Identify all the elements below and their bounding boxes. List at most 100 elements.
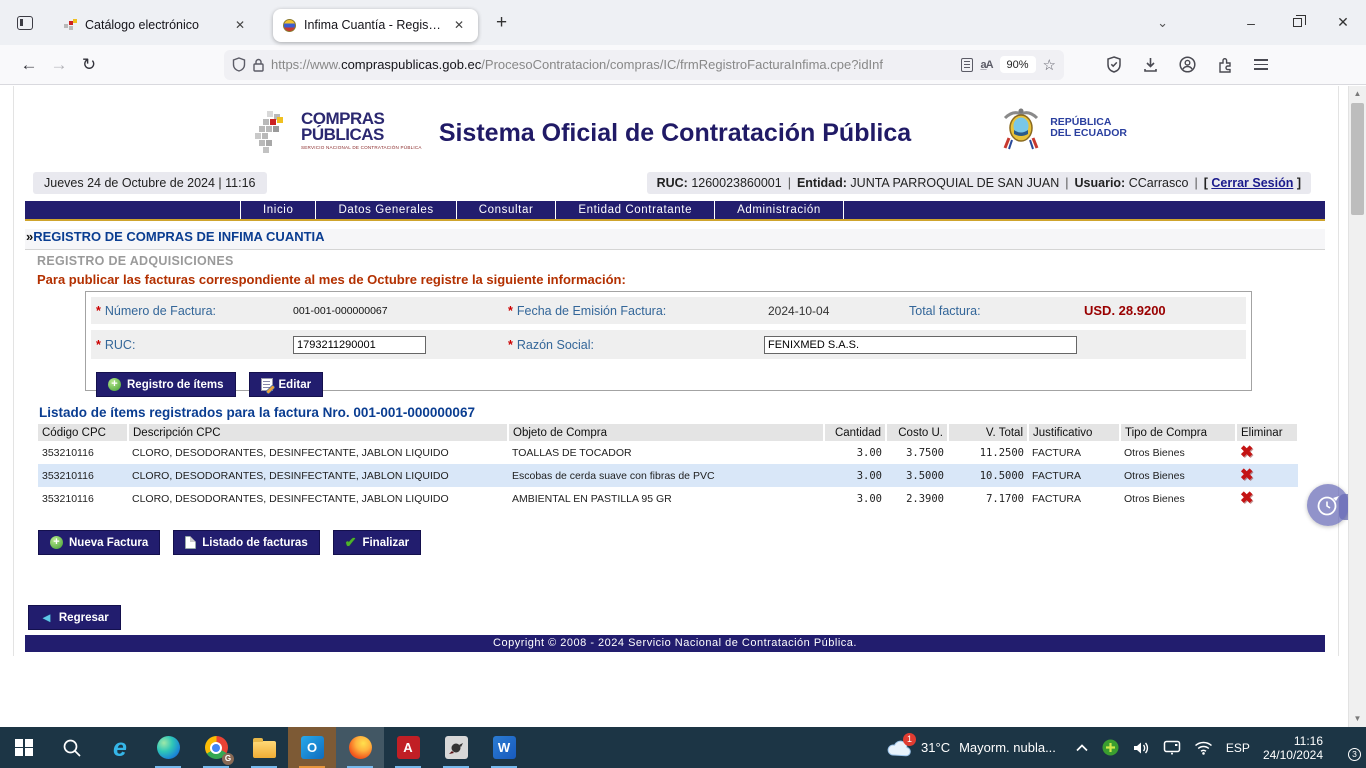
finish-button[interactable]: ✔Finalizar <box>333 530 421 555</box>
nav-item-entidad-contratante[interactable]: Entidad Contratante <box>555 201 714 219</box>
total-label: Total factura: <box>909 304 1084 318</box>
table-row: 353210116 CLORO, DESODORANTES, DESINFECT… <box>38 464 1298 487</box>
nav-item-datos-generales[interactable]: Datos Generales <box>315 201 455 219</box>
reader-view-icon[interactable] <box>961 58 973 72</box>
col-justificativo: Justificativo <box>1028 424 1120 441</box>
list-tabs-chevron-icon[interactable]: ⌄ <box>1157 15 1168 31</box>
downloads-icon[interactable] <box>1143 57 1158 73</box>
taskbar-outlook[interactable]: O <box>288 727 336 768</box>
new-tab-button[interactable]: + <box>490 12 513 34</box>
notification-center-icon[interactable]: 3 <box>1336 739 1358 757</box>
datetime-box: Jueves 24 de Octubre de 2024 | 11:16 <box>33 172 267 194</box>
cell-descripcion: CLORO, DESODORANTES, DESINFECTANTE, JABL… <box>128 441 508 464</box>
taskbar-chrome[interactable]: G <box>192 727 240 768</box>
taskbar-internet-explorer[interactable]: e <box>96 727 144 768</box>
session-info-box: RUC: 1260023860001|Entidad: JUNTA PARROQ… <box>647 172 1311 194</box>
taskbar-search-button[interactable] <box>48 727 96 768</box>
cell-justificativo: FACTURA <box>1028 487 1120 510</box>
tray-display-icon[interactable] <box>1163 740 1181 755</box>
taskbar-word[interactable]: W <box>480 727 528 768</box>
razon-social-input[interactable] <box>764 336 1077 354</box>
col-cantidad: Cantidad <box>824 424 886 441</box>
ecuador-coat-of-arms-icon <box>999 104 1043 152</box>
translate-icon[interactable]: a̲A <box>980 59 992 71</box>
invoice-form: *Número de Factura: 001-001-000000067 *F… <box>85 291 1252 391</box>
url-bar[interactable]: https://www.compraspublicas.gob.ec/Proce… <box>224 50 1064 80</box>
taskbar-java-app[interactable] <box>432 727 480 768</box>
tab-catalogo[interactable]: Catálogo electrónico ✕ <box>54 9 259 42</box>
close-button[interactable]: ✕ <box>1320 0 1366 45</box>
section-subtitle: REGISTRO DE ADQUISICIONES <box>37 254 234 268</box>
document-icon <box>185 536 196 549</box>
tab-close-icon[interactable]: ✕ <box>450 16 468 34</box>
tray-volume-icon[interactable] <box>1132 740 1150 756</box>
firefox-icon <box>349 736 372 759</box>
back-button[interactable]: ← <box>14 50 44 80</box>
edit-button[interactable]: Editar <box>249 372 324 397</box>
window-controls: ⌄ – ✕ <box>1157 0 1366 45</box>
back-page-button[interactable]: ◄Regresar <box>28 605 121 630</box>
java-app-icon <box>445 736 468 759</box>
issue-date-value: 2024-10-04 <box>768 304 909 318</box>
page-footer: Copyright © 2008 - 2024 Servicio Naciona… <box>25 635 1325 652</box>
tray-language-indicator[interactable]: ESP <box>1226 741 1250 755</box>
items-table: Código CPC Descripción CPC Objeto de Com… <box>38 424 1299 510</box>
nav-item-consultar[interactable]: Consultar <box>456 201 556 219</box>
time-tracker-overlay-widget[interactable] <box>1307 484 1353 530</box>
firefox-view-icon[interactable] <box>10 8 40 38</box>
restore-button[interactable] <box>1274 0 1320 45</box>
tray-clock[interactable]: 11:16 24/10/2024 <box>1263 734 1323 762</box>
taskbar-acrobat[interactable]: A <box>384 727 432 768</box>
invoice-number-label: *Número de Factura: <box>96 304 293 318</box>
tray-antivirus-icon[interactable] <box>1102 739 1119 756</box>
new-invoice-button[interactable]: +Nueva Factura <box>38 530 160 555</box>
scroll-down-icon[interactable]: ▼ <box>1349 711 1366 727</box>
forward-button[interactable]: → <box>44 50 74 80</box>
bookmark-star-icon[interactable]: ☆ <box>1043 56 1056 74</box>
delete-item-icon[interactable]: ✖ <box>1240 469 1253 483</box>
col-descripcion-cpc: Descripción CPC <box>128 424 508 441</box>
invoice-list-button[interactable]: Listado de facturas <box>173 530 319 555</box>
taskbar-weather-widget[interactable]: 1 31°C Mayorm. nubla... <box>880 738 1062 758</box>
cell-objeto: TOALLAS DE TOCADOR <box>508 441 824 464</box>
weather-temp: 31°C <box>921 740 950 755</box>
account-icon[interactable] <box>1179 56 1196 73</box>
nav-item-inicio[interactable]: Inicio <box>240 201 315 219</box>
minimize-button[interactable]: – <box>1228 0 1274 45</box>
tracking-shield-icon[interactable] <box>232 57 246 72</box>
tab-infima-cuantia[interactable]: Infima Cuantía - Registro ✕ <box>273 9 478 42</box>
cell-total: 10.5000 <box>948 464 1028 487</box>
menu-hamburger-icon[interactable] <box>1254 59 1268 70</box>
delete-item-icon[interactable]: ✖ <box>1240 492 1253 506</box>
lock-icon[interactable] <box>253 58 264 72</box>
shield-check-icon[interactable] <box>1106 56 1122 73</box>
taskbar-firefox[interactable] <box>336 727 384 768</box>
taskbar-edge[interactable] <box>144 727 192 768</box>
scrollbar-thumb[interactable] <box>1351 103 1364 215</box>
invoice-number-value: 001-001-000000067 <box>293 305 508 317</box>
user-label: Usuario: <box>1075 176 1126 190</box>
tab-close-icon[interactable]: ✕ <box>231 16 249 34</box>
cell-total: 11.2500 <box>948 441 1028 464</box>
register-items-button[interactable]: +Registro de ítems <box>96 372 236 397</box>
delete-item-icon[interactable]: ✖ <box>1240 446 1253 460</box>
ruc-input[interactable] <box>293 336 426 354</box>
zoom-level-badge[interactable]: 90% <box>1000 56 1036 73</box>
reload-button[interactable]: ↻ <box>74 50 104 80</box>
extensions-icon[interactable] <box>1217 57 1233 73</box>
web-page: COMPRAS PÚBLICAS SERVICIO NACIONAL DE CO… <box>0 86 1348 727</box>
tray-chevron-up-icon[interactable] <box>1075 743 1089 753</box>
nav-item-administracion[interactable]: Administración <box>714 201 844 219</box>
page-scrollbar[interactable]: ▲ ▼ <box>1348 86 1366 727</box>
cell-cantidad: 3.00 <box>824 441 886 464</box>
taskbar-file-explorer[interactable] <box>240 727 288 768</box>
start-button[interactable] <box>0 727 48 768</box>
col-v-total: V. Total <box>948 424 1028 441</box>
tray-wifi-icon[interactable] <box>1194 741 1213 755</box>
firefox-view-glyph <box>17 16 33 30</box>
scroll-up-icon[interactable]: ▲ <box>1349 86 1366 102</box>
republic-text-line2: DEL ECUADOR <box>1050 128 1127 139</box>
col-eliminar: Eliminar <box>1236 424 1298 441</box>
logout-link[interactable]: Cerrar Sesión <box>1211 176 1293 190</box>
ecuador-favicon-icon <box>283 19 296 32</box>
